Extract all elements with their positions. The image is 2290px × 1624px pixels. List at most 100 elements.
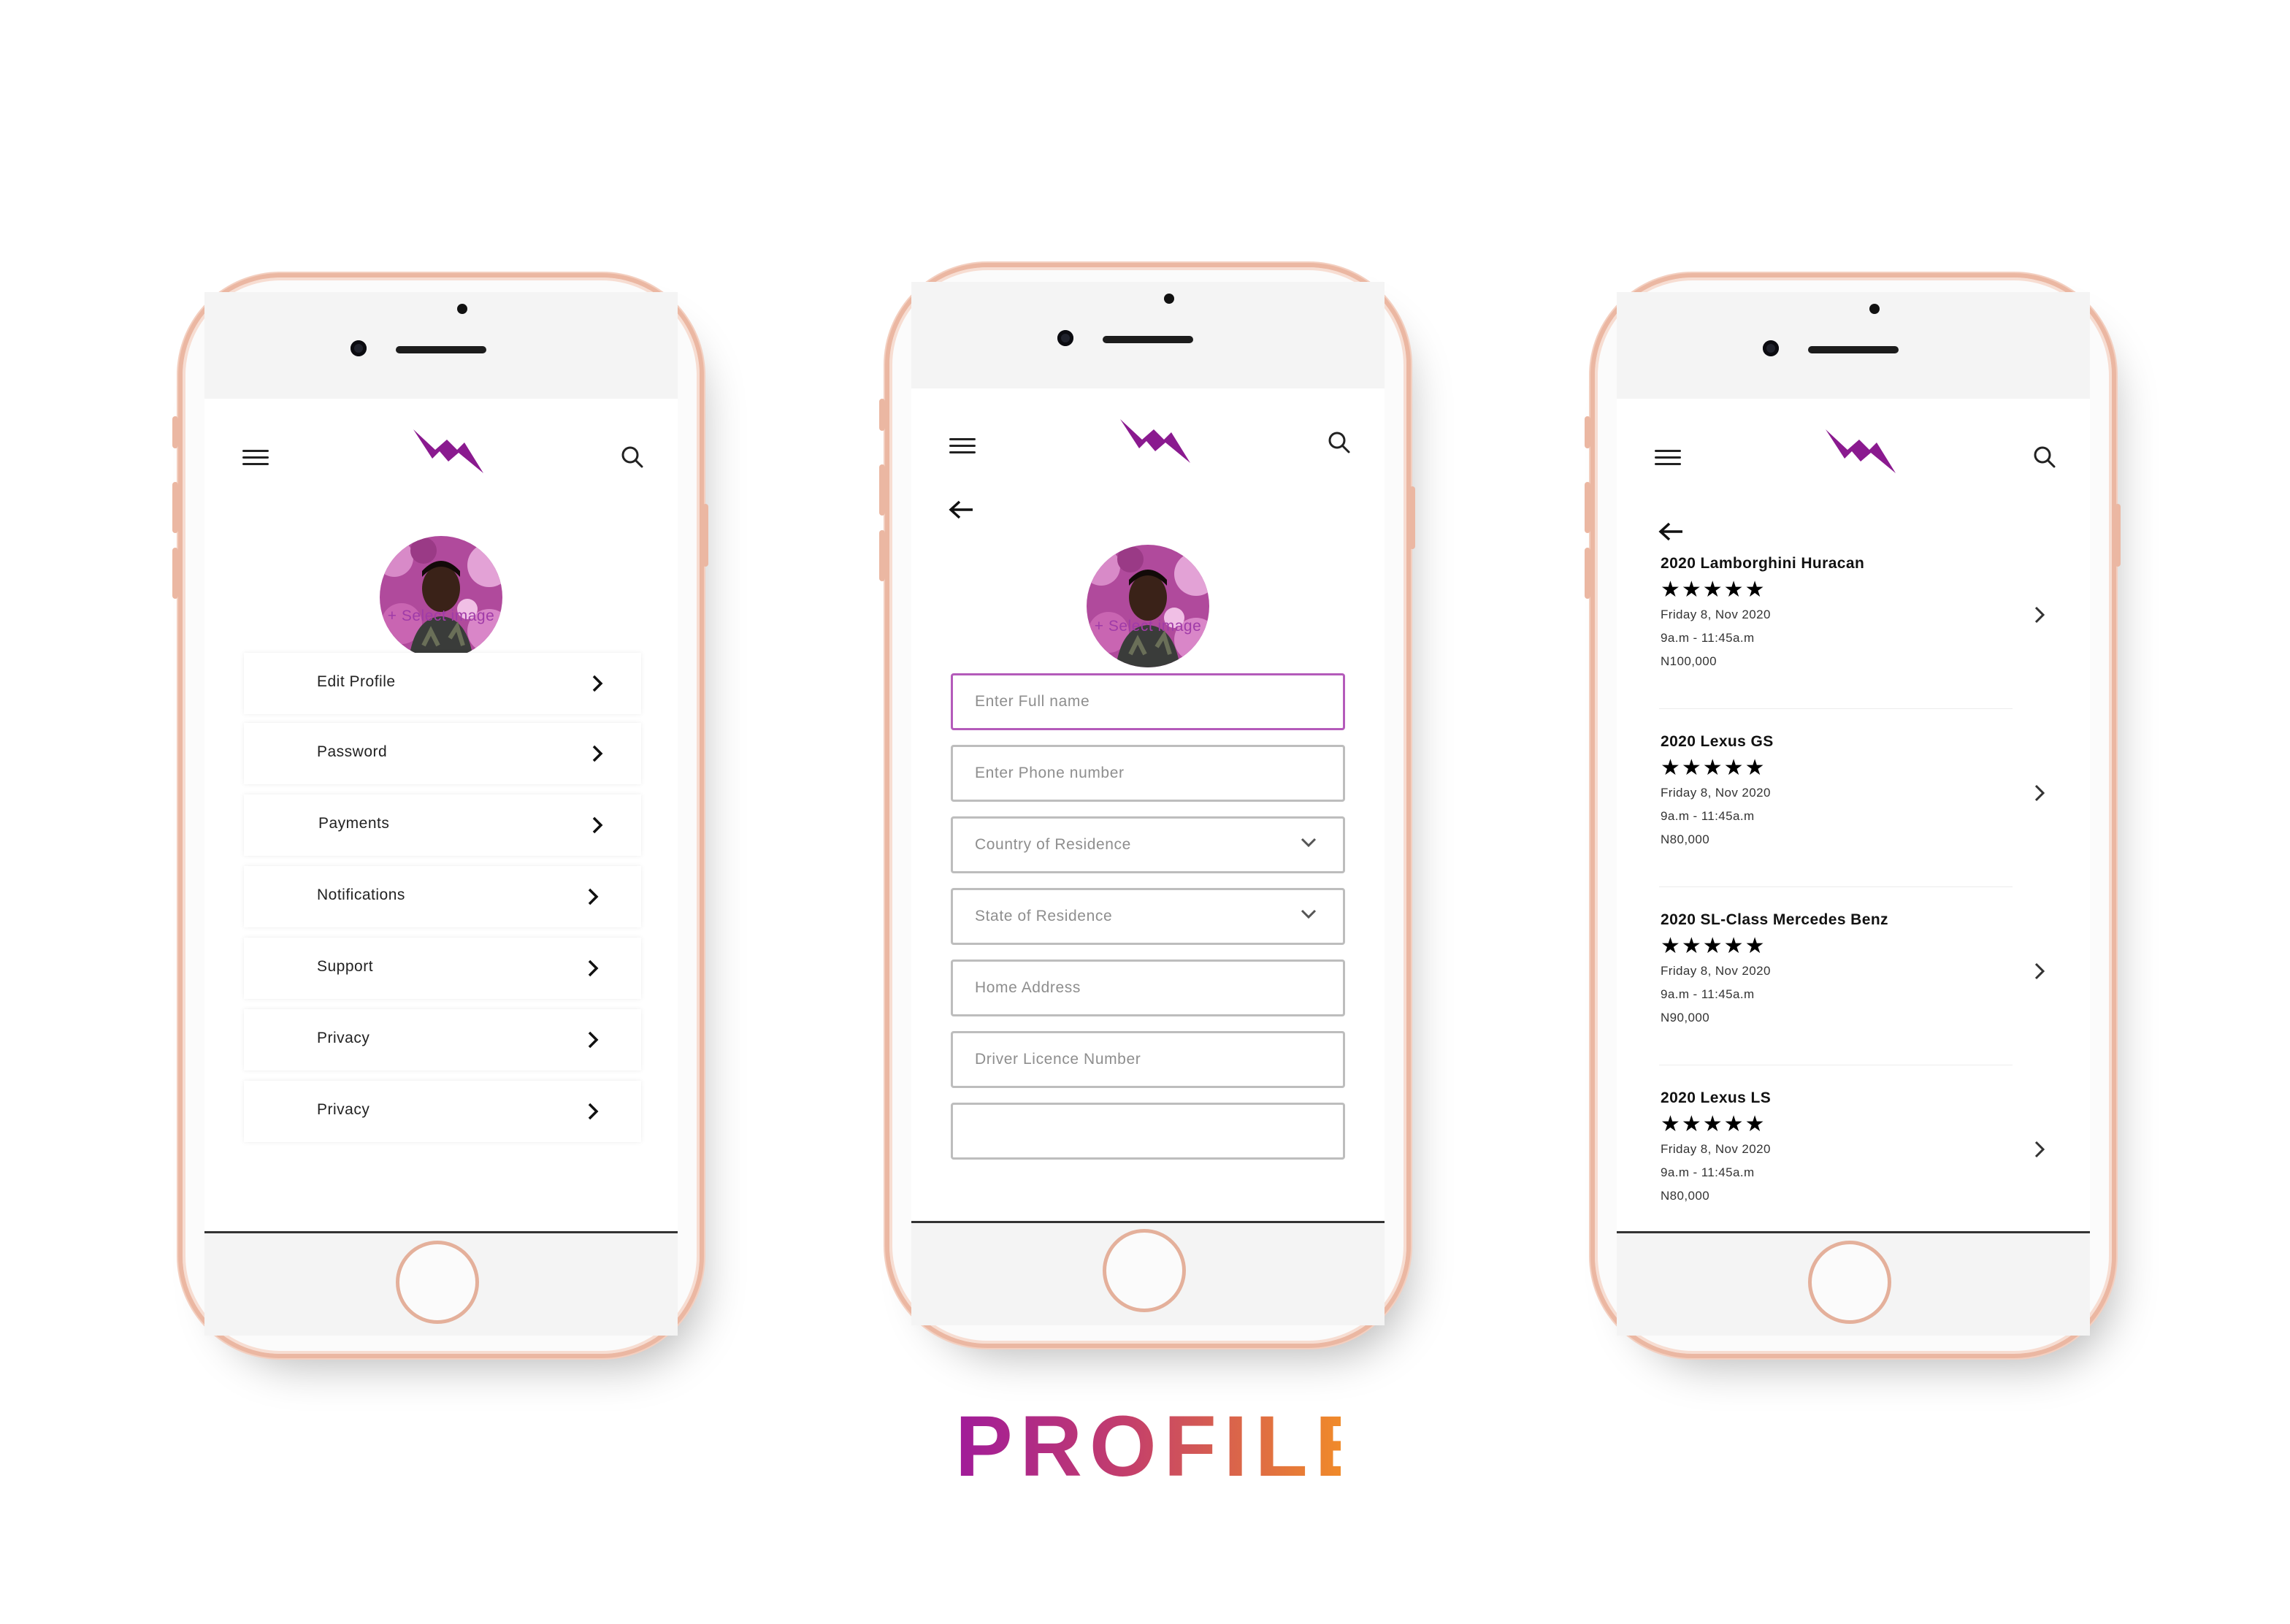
booking-car-title: 2020 Lexus LS	[1661, 1089, 1772, 1106]
menu-item-label: Privacy	[317, 1101, 370, 1118]
chevron-right-icon	[588, 1103, 599, 1120]
chevron-right-icon[interactable]	[2034, 784, 2045, 802]
mute-switch	[172, 416, 178, 448]
profile-avatar[interactable]	[1087, 545, 1209, 667]
hamburger-menu-icon[interactable]	[949, 438, 976, 458]
top-bezel	[911, 282, 1385, 388]
home-address-input[interactable]: Home Address	[951, 960, 1345, 1016]
star-rating: ★★★★★	[1661, 755, 1766, 781]
chevron-down-icon	[1301, 838, 1317, 848]
bottom-bezel	[204, 1233, 678, 1336]
menu-item-edit-profile[interactable]: Edit Profile	[244, 653, 641, 714]
chevron-right-icon	[592, 675, 603, 692]
booking-item[interactable]: 2020 Lexus GS ★★★★★ Friday 8, Nov 2020 9…	[1661, 733, 2045, 851]
chevron-right-icon	[592, 816, 603, 834]
booking-price: N100,000	[1661, 654, 1717, 668]
menu-item-support[interactable]: Support	[244, 938, 641, 999]
search-icon[interactable]	[621, 445, 644, 469]
booking-item[interactable]: 2020 Lamborghini Huracan ★★★★★ Friday 8,…	[1661, 555, 2045, 673]
brand-logo-icon[interactable]	[1117, 415, 1193, 464]
bottom-bezel	[1617, 1233, 2090, 1336]
booking-item[interactable]: 2020 SL-Class Mercedes Benz ★★★★★ Friday…	[1661, 911, 2045, 1030]
booking-date: Friday 8, Nov 2020	[1661, 786, 1771, 800]
profile-avatar[interactable]	[380, 536, 502, 659]
power-button	[702, 504, 708, 567]
state-select[interactable]: State of Residence	[951, 888, 1345, 945]
country-select[interactable]: Country of Residence	[951, 816, 1345, 873]
menu-item-privacy[interactable]: Privacy	[244, 1081, 641, 1142]
menu-item-payments[interactable]: Payments	[244, 794, 641, 856]
chevron-right-icon[interactable]	[2034, 1141, 2045, 1158]
volume-up-button	[879, 464, 885, 516]
star-rating: ★★★★★	[1661, 1111, 1766, 1137]
input-placeholder: Home Address	[975, 979, 1081, 996]
brand-logo-icon[interactable]	[410, 425, 486, 475]
booking-item[interactable]: 2020 Lexus LS ★★★★★ Friday 8, Nov 2020 9…	[1661, 1089, 2045, 1208]
menu-item-notifications[interactable]: Notifications	[244, 866, 641, 927]
brand-logo-icon[interactable]	[1823, 425, 1899, 475]
select-image-link[interactable]: + Select image	[1038, 618, 1257, 635]
phone-edit-profile: + Select image Enter Full name Enter Pho…	[879, 263, 1415, 1348]
booking-date: Friday 8, Nov 2020	[1661, 1142, 1771, 1156]
home-button[interactable]	[1808, 1241, 1891, 1324]
volume-down-button	[172, 548, 178, 599]
screen: + Select image Enter Full name Enter Pho…	[911, 388, 1385, 1223]
search-icon[interactable]	[2033, 445, 2056, 469]
booking-price: N80,000	[1661, 832, 1710, 846]
top-bezel	[204, 292, 678, 399]
booking-price: N90,000	[1661, 1011, 1710, 1024]
screen: + Select image Edit Profile Password Pay…	[204, 399, 678, 1233]
chevron-right-icon[interactable]	[2034, 606, 2045, 624]
chevron-right-icon	[588, 888, 599, 905]
earpiece	[1103, 336, 1193, 343]
chevron-down-icon	[1301, 909, 1317, 919]
booking-date: Friday 8, Nov 2020	[1661, 964, 1771, 978]
booking-time: 9a.m - 11:45a.m	[1661, 809, 1755, 823]
menu-item-password[interactable]: Password	[244, 723, 641, 784]
proximity-sensor	[1164, 294, 1174, 304]
volume-up-button	[172, 482, 178, 533]
home-button[interactable]	[1103, 1229, 1186, 1312]
select-placeholder: Country of Residence	[975, 836, 1131, 853]
screen: 2020 Lamborghini Huracan ★★★★★ Friday 8,…	[1617, 399, 2090, 1233]
full-name-input[interactable]: Enter Full name	[951, 673, 1345, 730]
booking-time: 9a.m - 11:45a.m	[1661, 1165, 1755, 1179]
star-rating: ★★★★★	[1661, 933, 1766, 959]
list-divider	[1659, 886, 2013, 887]
bottom-bezel	[911, 1223, 1385, 1325]
hamburger-menu-icon[interactable]	[242, 450, 269, 470]
front-camera	[351, 340, 367, 356]
menu-item-label: Support	[317, 958, 374, 975]
power-button	[1409, 486, 1415, 549]
input-placeholder: Driver Licence Number	[975, 1051, 1141, 1068]
proximity-sensor	[1869, 304, 1880, 314]
chevron-right-icon	[588, 1031, 599, 1049]
phone-profile-menu: + Select image Edit Profile Password Pay…	[172, 273, 708, 1358]
power-button	[2115, 504, 2121, 567]
driver-licence-input[interactable]: Driver Licence Number	[951, 1031, 1345, 1088]
chevron-right-icon	[592, 745, 603, 762]
booking-date: Friday 8, Nov 2020	[1661, 608, 1771, 621]
earpiece	[396, 346, 486, 353]
phone-number-input[interactable]: Enter Phone number	[951, 745, 1345, 802]
input-placeholder: Enter Full name	[975, 693, 1090, 710]
input-placeholder: Enter Phone number	[975, 765, 1125, 781]
menu-item-privacy[interactable]: Privacy	[244, 1009, 641, 1070]
home-button[interactable]	[396, 1241, 479, 1324]
next-input[interactable]	[951, 1103, 1345, 1160]
volume-up-button	[1585, 482, 1590, 533]
menu-item-label: Notifications	[317, 886, 405, 903]
hamburger-menu-icon[interactable]	[1655, 450, 1681, 470]
front-camera	[1763, 340, 1779, 356]
top-bezel	[1617, 292, 2090, 399]
booking-car-title: 2020 Lexus GS	[1661, 733, 1774, 750]
search-icon[interactable]	[1328, 431, 1351, 454]
select-image-link[interactable]: + Select image	[332, 608, 551, 625]
star-rating: ★★★★★	[1661, 577, 1766, 602]
chevron-right-icon[interactable]	[2034, 962, 2045, 980]
proximity-sensor	[457, 304, 467, 314]
back-arrow-icon[interactable]	[1658, 521, 1685, 542]
menu-item-label: Payments	[318, 815, 390, 832]
back-arrow-icon[interactable]	[948, 499, 976, 520]
booking-car-title: 2020 SL-Class Mercedes Benz	[1661, 911, 1888, 928]
